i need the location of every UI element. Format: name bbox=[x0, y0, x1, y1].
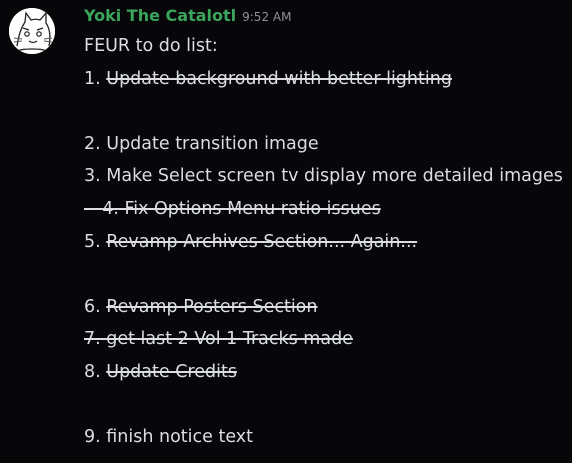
todo-item-1: 1. Update background with better lightin… bbox=[84, 63, 564, 96]
message-header: Yoki The Catalotl 9:52 AM bbox=[84, 3, 291, 29]
todo-item-9: 9. finish notice text bbox=[84, 421, 564, 454]
todo-item-5: 5. Revamp Archives Section... Again... bbox=[84, 226, 564, 259]
item-number: 6. bbox=[84, 296, 107, 317]
strikethrough-text: 7. get last 2 Vol 1 Tracks made bbox=[84, 329, 353, 350]
item-number: 1. bbox=[84, 68, 107, 89]
todo-item-4: -- 4. Fix Options Menu ratio issues bbox=[84, 193, 564, 226]
strikethrough-text: Update Credits bbox=[106, 361, 237, 382]
message-content: FEUR to do list: 1. Update background wi… bbox=[84, 30, 564, 454]
message-timestamp[interactable]: 9:52 AM bbox=[242, 10, 291, 24]
cat-sketch-avatar-icon bbox=[9, 8, 55, 54]
item-number: 8. bbox=[84, 361, 107, 382]
todo-item-6: 6. Revamp Posters Section bbox=[84, 291, 564, 324]
chat-message: Yoki The Catalotl 9:52 AM FEUR to do list… bbox=[0, 0, 572, 463]
strikethrough-text: Update background with better lighting bbox=[106, 68, 452, 89]
todo-title: FEUR to do list: bbox=[84, 30, 564, 63]
user-avatar[interactable] bbox=[9, 8, 55, 54]
todo-item-2: 2. Update transition image bbox=[84, 128, 564, 161]
strikethrough-text: Revamp Archives Section... Again... bbox=[106, 231, 418, 252]
strikethrough-text: -- 4. Fix Options Menu ratio issues bbox=[84, 198, 381, 219]
line-text: FEUR to do list: bbox=[84, 36, 218, 56]
todo-item-7: 7. get last 2 Vol 1 Tracks made bbox=[84, 323, 564, 356]
strikethrough-text: Revamp Posters Section bbox=[106, 296, 318, 317]
todo-item-3: 3. Make Select screen tv display more de… bbox=[84, 160, 564, 193]
item-number: 5. bbox=[84, 231, 107, 252]
todo-item-8: 8. Update Credits bbox=[84, 356, 564, 389]
author-username[interactable]: Yoki The Catalotl bbox=[84, 6, 236, 25]
line-text: 9. finish notice text bbox=[84, 427, 254, 448]
line-text: 2. Update transition image bbox=[84, 133, 319, 154]
line-text: 3. Make Select screen tv display more de… bbox=[84, 166, 563, 187]
